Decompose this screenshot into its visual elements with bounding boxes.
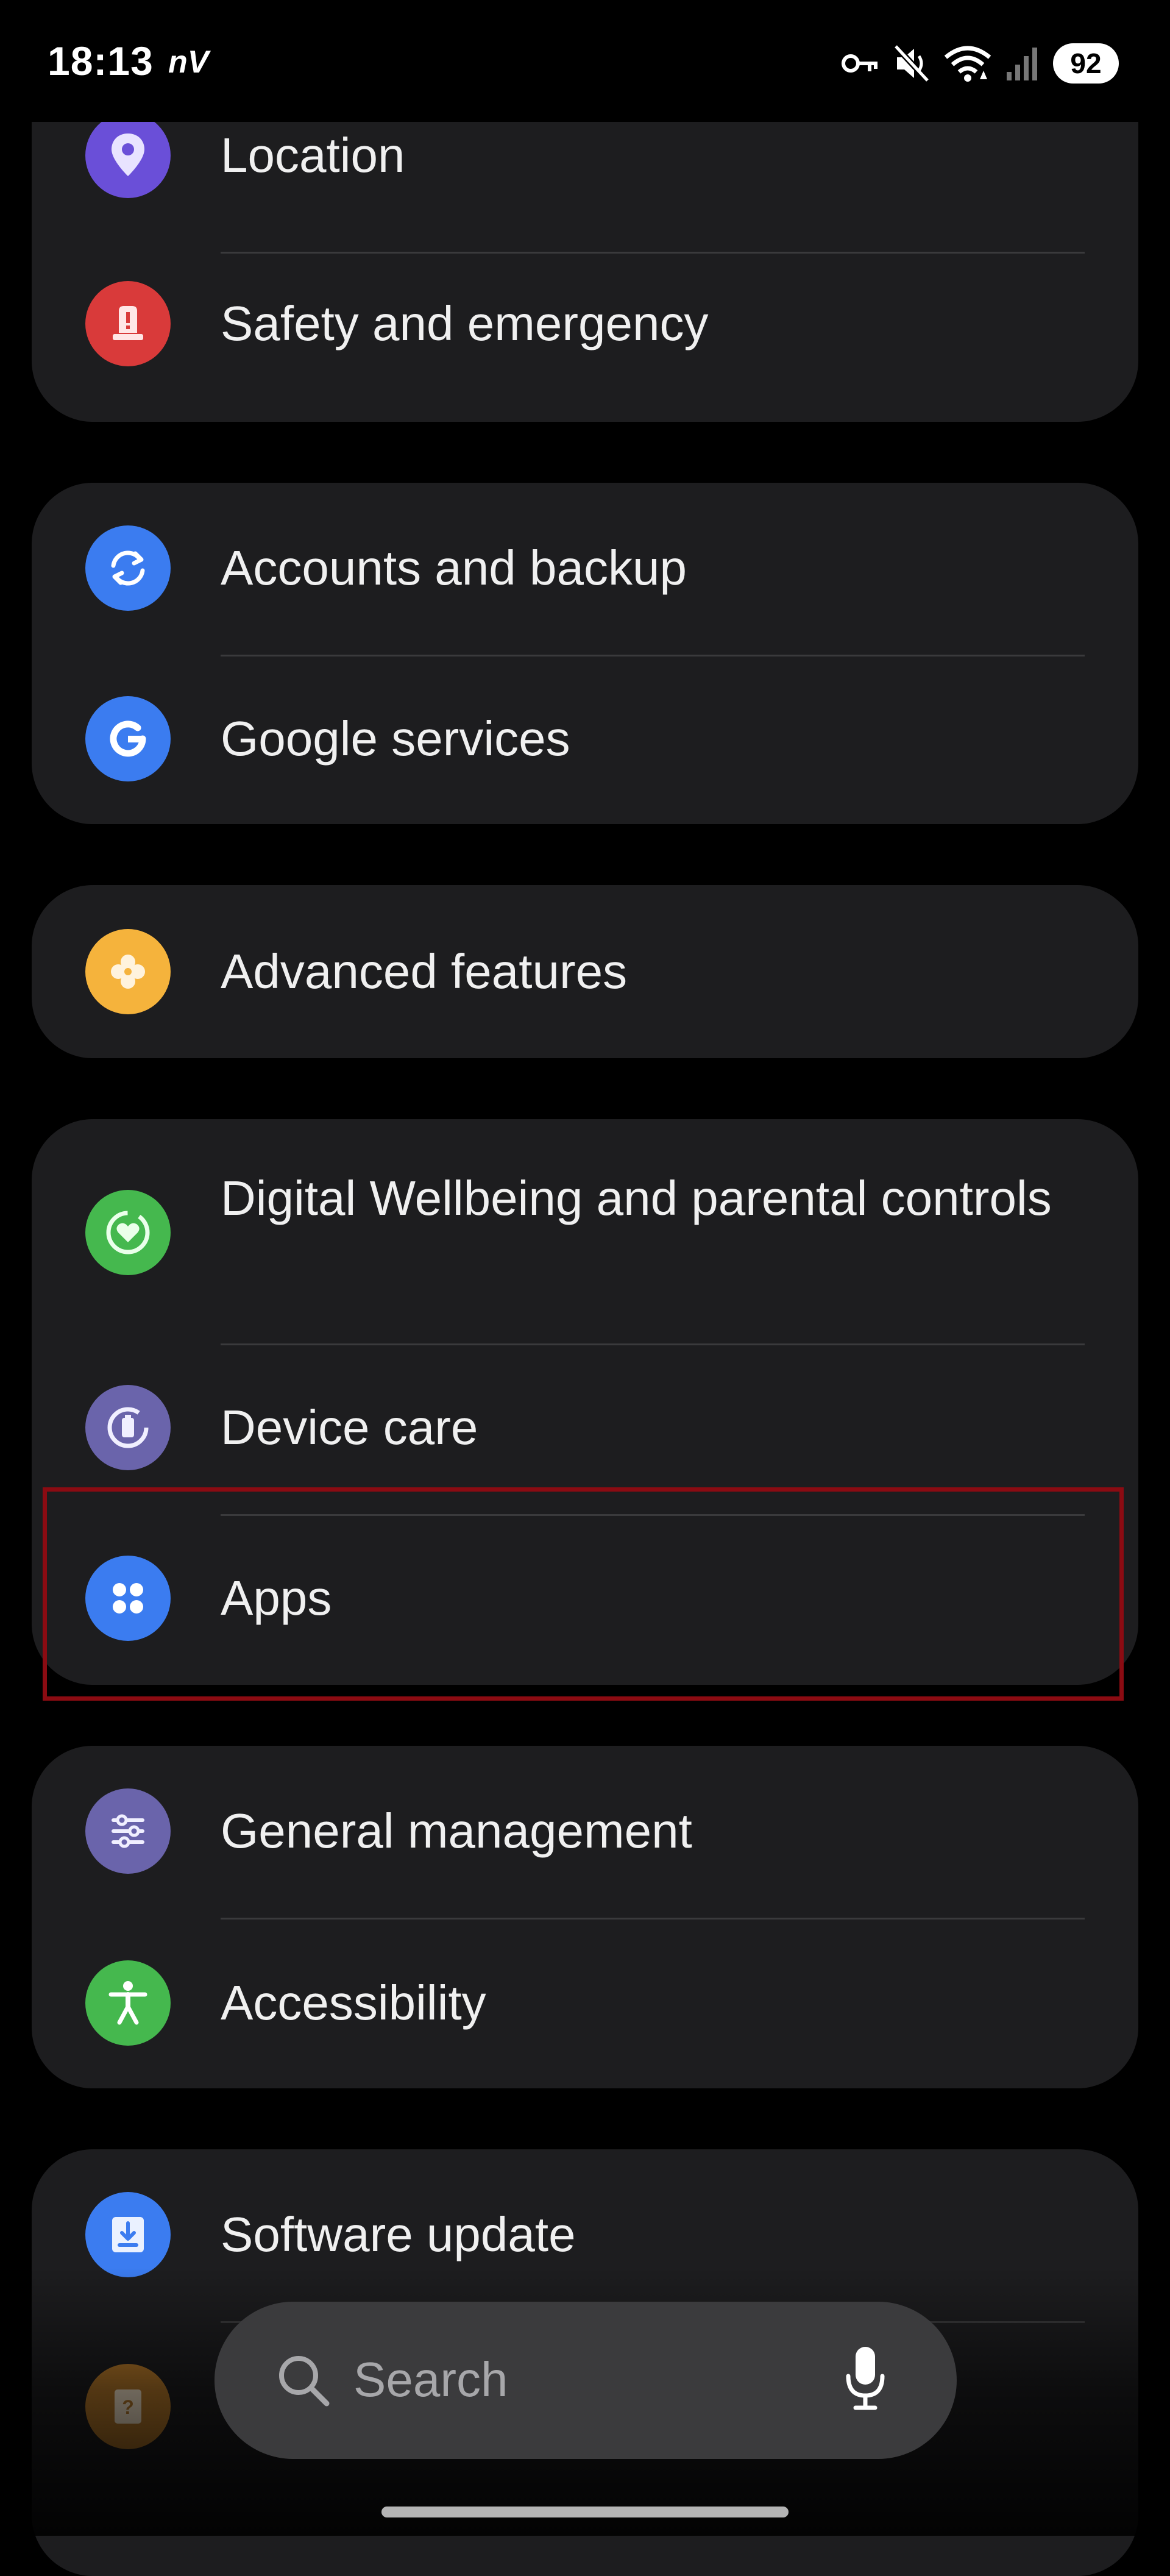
settings-group-accounts: Accounts and backup Google services (32, 483, 1138, 824)
status-bar: 18:13 nV 92 (0, 0, 1170, 122)
battery-circle-icon (85, 1385, 171, 1470)
search-bar[interactable]: Search (214, 2302, 957, 2459)
microphone-icon[interactable] (841, 2342, 890, 2418)
settings-item-safety[interactable]: Safety and emergency (32, 254, 1138, 394)
four-dots-icon (85, 1556, 171, 1641)
sliders-icon (85, 1788, 171, 1874)
settings-item-digital-wellbeing[interactable]: Digital Wellbeing and parental controls (32, 1119, 1138, 1345)
search-icon (273, 2350, 334, 2414)
settings-item-label: Apps (221, 1571, 332, 1625)
status-icons: 92 (841, 40, 1119, 87)
settings-item-device-care[interactable]: Device care (32, 1345, 1138, 1515)
settings-item-label: Google services (221, 711, 570, 766)
settings-item-software-update[interactable]: Software update (32, 2149, 1138, 2321)
settings-item-general-management[interactable]: General management (32, 1746, 1138, 1918)
home-indicator[interactable] (381, 2507, 789, 2517)
accessibility-person-icon (85, 1960, 171, 2046)
wifi-icon (943, 44, 992, 83)
settings-item-label: Safety and emergency (221, 296, 709, 350)
settings-item-label: Accessibility (221, 1976, 486, 2030)
download-tray-icon (85, 2192, 171, 2277)
settings-item-label: Location (221, 128, 405, 182)
svg-text:?: ? (122, 2396, 134, 2418)
settings-item-label: Software update (221, 2207, 576, 2261)
signal-icon (1005, 45, 1040, 82)
alert-beacon-icon (85, 281, 171, 366)
settings-item-accessibility[interactable]: Accessibility (32, 1919, 1138, 2088)
sync-icon (85, 525, 171, 611)
puzzle-gear-icon (85, 929, 171, 1014)
google-g-icon (85, 696, 171, 781)
status-time: 18:13 (48, 38, 154, 84)
settings-group-management: General management Accessibility (32, 1746, 1138, 2088)
mute-icon (893, 44, 930, 83)
carrier-indicator: nV (168, 44, 209, 80)
settings-item-label: Device care (221, 1400, 478, 1454)
settings-item-label: General management (221, 1804, 692, 1858)
manual-book-icon: ? (85, 2364, 171, 2449)
settings-item-apps[interactable]: Apps (32, 1515, 1138, 1685)
settings-item-label: Accounts and backup (221, 541, 687, 595)
heart-circle-icon (85, 1190, 171, 1275)
settings-item-label: Advanced features (221, 944, 628, 998)
settings-group-device: Digital Wellbeing and parental controls … (32, 1119, 1138, 1685)
battery-indicator: 92 (1053, 43, 1119, 84)
search-input[interactable]: Search (353, 2346, 508, 2414)
location-pin-icon (85, 113, 171, 198)
settings-item-label: Digital Wellbeing and parental controls (221, 1171, 1052, 1225)
settings-item-google[interactable]: Google services (32, 655, 1138, 824)
vpn-key-icon (841, 51, 880, 76)
settings-item-accounts[interactable]: Accounts and backup (32, 483, 1138, 653)
settings-item-advanced-features[interactable]: Advanced features (32, 885, 1138, 1058)
settings-group-advanced: Advanced features (32, 885, 1138, 1058)
